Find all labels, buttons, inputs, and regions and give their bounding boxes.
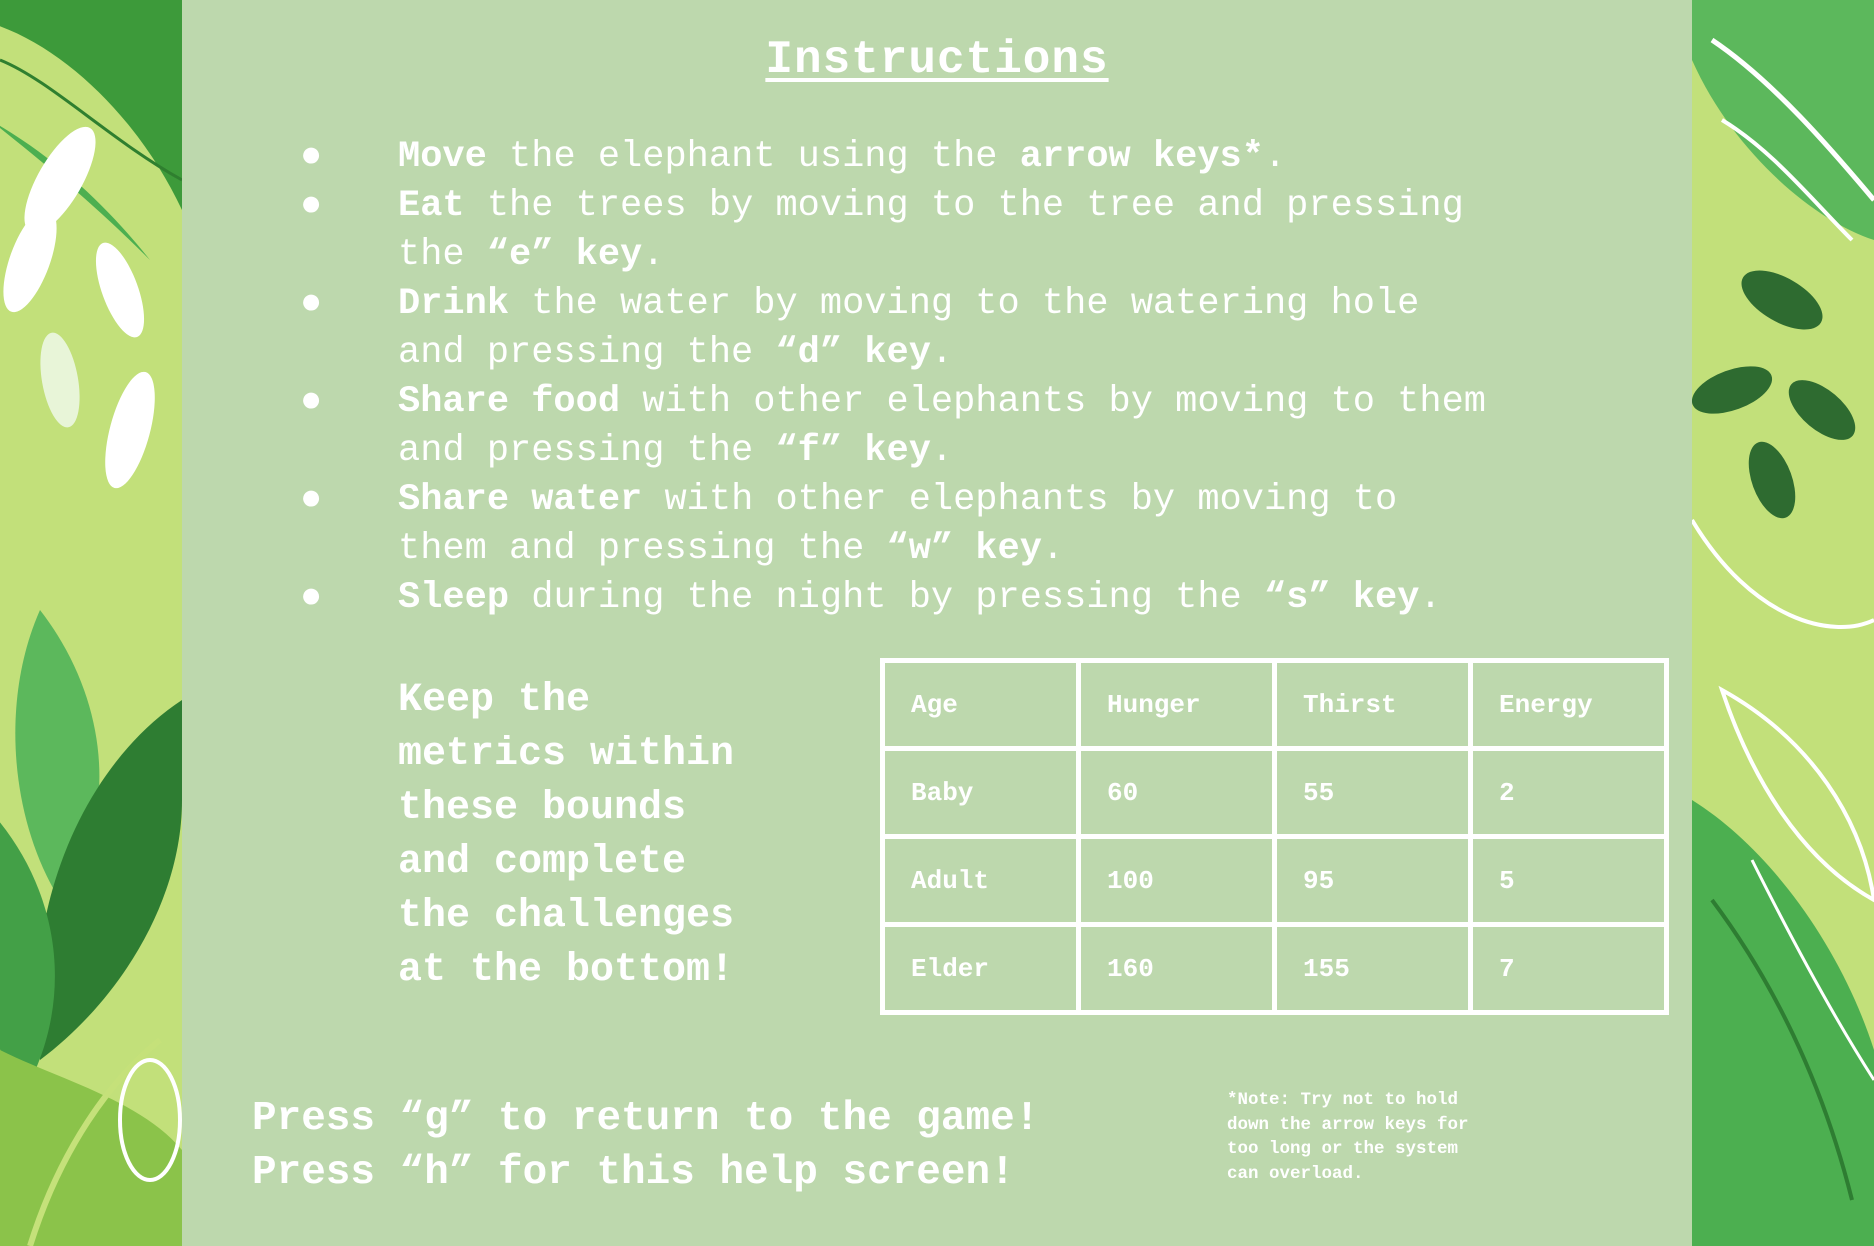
- list-item: ● Move the elephant using the arrow keys*…: [182, 133, 1598, 182]
- bullet-icon: ●: [300, 136, 323, 178]
- bullet-icon: ●: [300, 185, 323, 227]
- table-cell: Elder: [880, 922, 1081, 1015]
- instruction-verb: Share water: [398, 479, 643, 521]
- instruction-list: ● Move the elephant using the arrow keys*…: [182, 133, 1692, 623]
- table-header-cell: Energy: [1468, 658, 1669, 751]
- list-item: ● Share water with other elephants by mov…: [182, 476, 1598, 574]
- instruction-key: “f” key: [775, 430, 931, 472]
- leaves-right-icon: [1692, 0, 1874, 1246]
- page-title: Instructions: [765, 34, 1109, 86]
- list-item: ● Drink the water by moving to the wateri…: [182, 280, 1598, 378]
- list-item: ● Eat the trees by moving to the tree and…: [182, 182, 1598, 280]
- instruction-key: “w” key: [886, 528, 1042, 570]
- metrics-table: Age Hunger Thirst Energy Baby 60 55 2 Ad…: [880, 658, 1669, 1015]
- table-cell: 95: [1272, 834, 1473, 927]
- table-cell: 60: [1076, 746, 1277, 839]
- table-header-cell: Hunger: [1076, 658, 1277, 751]
- table-header-cell: Thirst: [1272, 658, 1473, 751]
- table-cell: 100: [1076, 834, 1277, 927]
- jungle-left-decoration: [0, 0, 182, 1246]
- footnote: *Note: Try not to hold down the arrow ke…: [1227, 1090, 1469, 1184]
- table-cell: Baby: [880, 746, 1081, 839]
- instruction-text: the elephant using the: [486, 136, 1020, 178]
- bullet-icon: ●: [300, 381, 323, 423]
- instruction-text: during the night by pressing the: [509, 577, 1264, 619]
- instruction-verb: Share food: [398, 381, 621, 423]
- instruction-tail: .: [930, 430, 954, 472]
- instruction-key: arrow keys*: [1019, 136, 1264, 178]
- instruction-verb: Move: [398, 136, 487, 178]
- bullet-icon: ●: [300, 479, 323, 521]
- instruction-verb: Drink: [398, 283, 510, 325]
- instruction-key: “s” key: [1263, 577, 1420, 619]
- table-cell: Adult: [880, 834, 1081, 927]
- table-cell: 2: [1468, 746, 1669, 839]
- instruction-tail: .: [1263, 136, 1287, 178]
- key-prompts: Press “g” to return to the game! Press “…: [252, 1096, 1040, 1196]
- instruction-verb: Eat: [398, 185, 465, 227]
- table-cell: 5: [1468, 834, 1669, 927]
- table-header-cell: Age: [880, 658, 1081, 751]
- table-cell: 55: [1272, 746, 1473, 839]
- list-item: ● Share food with other elephants by movi…: [182, 378, 1598, 476]
- instruction-tail: .: [930, 332, 954, 374]
- bullet-icon: ●: [300, 283, 323, 325]
- instruction-key: “d” key: [775, 332, 931, 374]
- jungle-right-decoration: [1692, 0, 1874, 1246]
- instruction-tail: .: [642, 234, 665, 276]
- table-cell: 160: [1076, 922, 1277, 1015]
- leaves-left-icon: [0, 0, 182, 1246]
- table-row: Adult 100 95 5: [880, 834, 1669, 927]
- table-cell: 7: [1468, 922, 1669, 1015]
- instruction-key: “e” key: [486, 234, 643, 276]
- table-cell: 155: [1272, 922, 1473, 1015]
- instruction-tail: .: [1419, 577, 1442, 619]
- table-row: Elder 160 155 7: [880, 922, 1669, 1015]
- instruction-verb: Sleep: [398, 577, 510, 619]
- table-header-row: Age Hunger Thirst Energy: [880, 658, 1669, 751]
- table-row: Baby 60 55 2: [880, 746, 1669, 839]
- instruction-tail: .: [1041, 528, 1065, 570]
- list-item: ● Sleep during the night by pressing the …: [182, 574, 1598, 623]
- instructions-panel: Instructions ● Move the elephant using th…: [182, 0, 1692, 1246]
- bullet-icon: ●: [300, 577, 323, 619]
- metrics-hint: Keep the metrics within these bounds and…: [398, 678, 735, 993]
